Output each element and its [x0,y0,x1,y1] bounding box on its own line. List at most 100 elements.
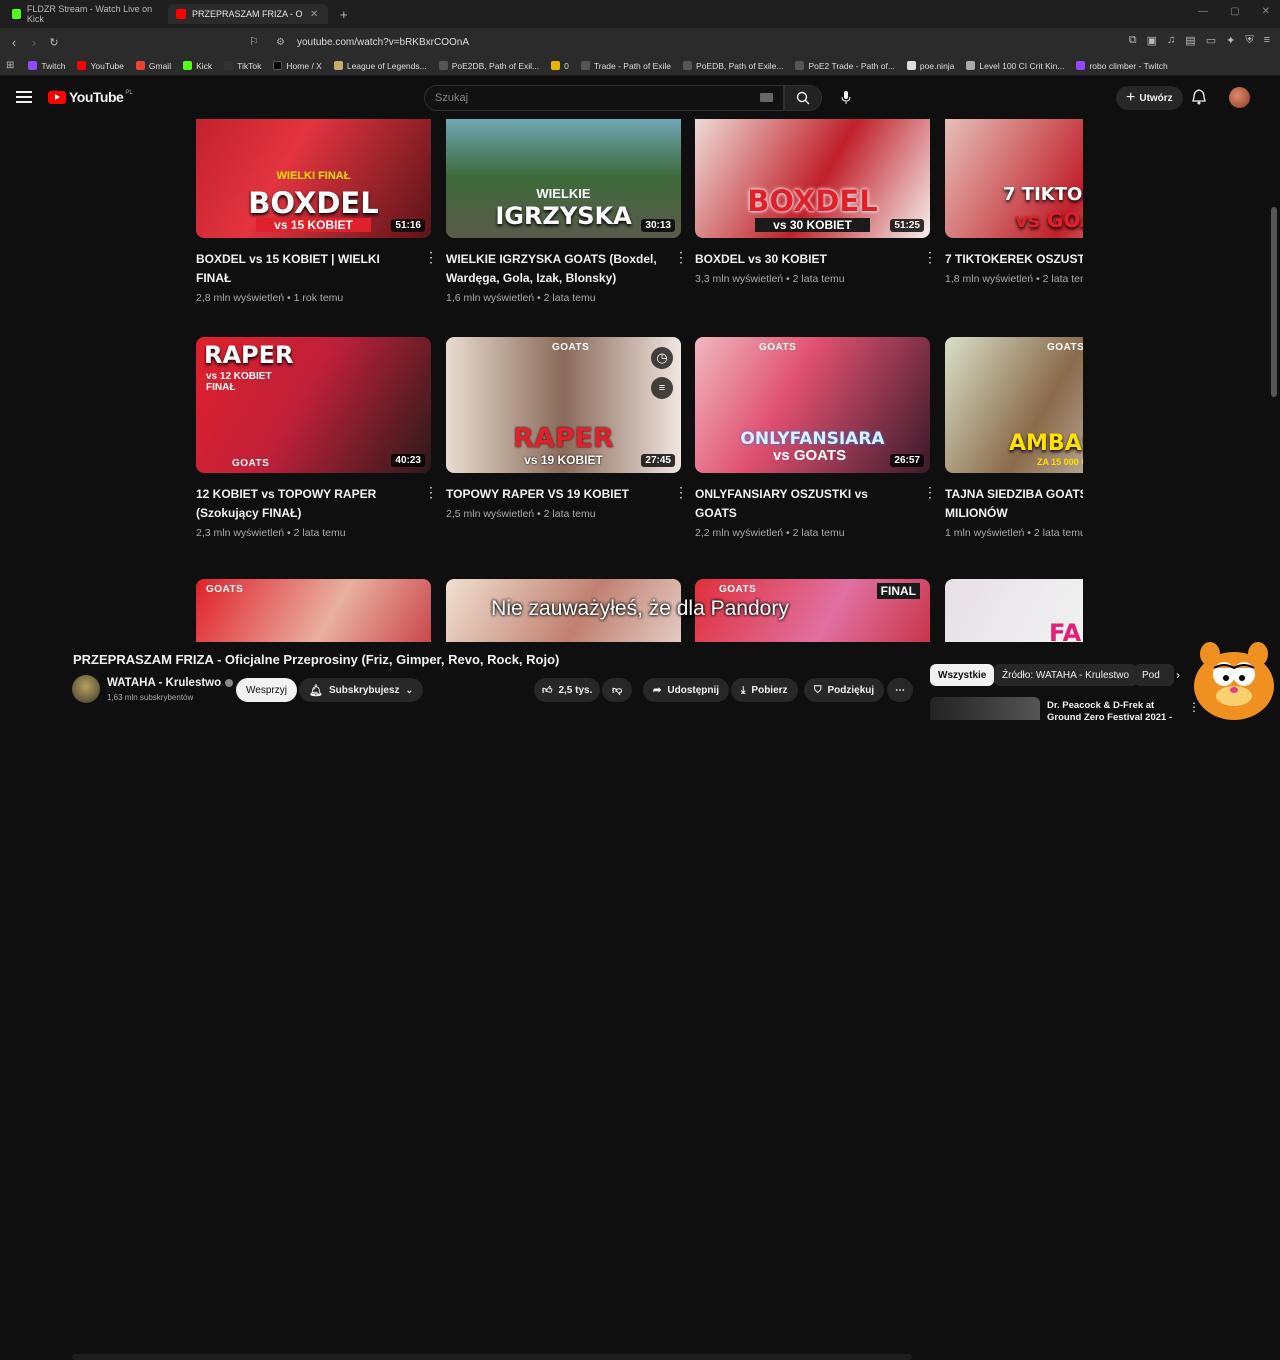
add-to-queue-icon[interactable]: ≡ [651,377,673,399]
bookmark-gmail[interactable]: Gmail [135,61,171,71]
video-title[interactable]: TAJNA SIEDZIBA GOATS ZA 15 MILIONÓW [945,485,1083,523]
video-card[interactable]: RAPER vs 12 KOBIET FINAŁ GOATS 40:23 12 … [196,337,438,539]
video-thumbnail[interactable]: GOATS RAPER vs 19 KOBIET ◷ ≡ 27:45 [446,337,681,473]
forward-icon[interactable]: › [24,35,44,50]
create-button[interactable]: + Utwórz [1116,86,1183,110]
chip-all[interactable]: Wszystkie [930,664,995,686]
browser-tab-youtube[interactable]: PRZEPRASZAM FRIZA - Oficja ✕ [168,4,328,24]
bookmark-poedb[interactable]: PoEDB, Path of Exile... [683,61,783,71]
video-title[interactable]: WIELKIE IGRZYSKA GOATS (Boxdel, Wardęga,… [446,250,661,288]
extensions-icon[interactable]: ⧉ [1129,34,1137,47]
video-thumbnail[interactable]: GOATS AMBASA ZA 15 000 00 [945,337,1083,473]
video-thumbnail[interactable]: GOATS ONLYFANSIARA vs GOATS 26:57 [695,337,930,473]
view-count: 1 mln wyświetleń [945,527,1025,539]
voice-search-button[interactable] [833,85,859,111]
maximize-icon[interactable]: ▢ [1230,6,1239,17]
subscribed-button[interactable]: 🔔︎ Subskrybujesz ⌄ [299,678,424,702]
url-field[interactable]: ⚙ youtube.com/watch?v=bRKBxrCOOnA [276,32,1136,52]
notifications-bell-icon[interactable] [1192,89,1206,105]
video-title[interactable]: BOXDEL vs 15 KOBIET | WIELKI FINAŁ [196,250,411,288]
chip-source[interactable]: Źródło: WATAHA - Krulestwo [994,664,1138,686]
share-button[interactable]: ➦ Udostępnij [643,678,730,702]
video-title[interactable]: ONLYFANSIARY OSZUSTKI vs GOATS [695,485,910,523]
recommended-title[interactable]: Dr. Peacock & D-Frek at Ground Zero Fest… [1047,700,1187,724]
bookmark-lol[interactable]: League of Legends... [333,61,427,71]
close-tab-icon[interactable]: ✕ [310,9,318,20]
bookmark-icon[interactable]: ⚐ [249,35,259,48]
browser-tab-kick[interactable]: FLDZR Stream - Watch Live on Kick [4,4,164,24]
chip-more[interactable]: Pod [1134,664,1174,686]
bookmark-poe2trade[interactable]: PoE2 Trade - Path of... [795,61,895,71]
more-options-icon[interactable]: ⋮ [923,485,937,499]
page-scrollbar[interactable] [1271,207,1277,397]
video-title[interactable]: 7 TIKTOKEREK OSZUSTKI vs GOATS [945,250,1083,269]
vpn-icon[interactable]: ⛨ [1245,34,1253,47]
support-button[interactable]: Wesprzyj [236,678,297,702]
watch-later-icon[interactable]: ◷ [651,347,673,369]
wallet-icon[interactable]: ▭ [1206,34,1216,47]
menu-icon[interactable]: ≡ [1264,34,1270,47]
bookmark-poeninja[interactable]: poe.ninja [906,61,954,71]
video-card[interactable]: WIELKI FINAŁ BOXDEL vs 15 KOBIET 51:16 B… [196,119,438,304]
download-button[interactable]: ⤓ Pobierz [731,678,798,702]
video-title[interactable]: 12 KOBIET vs TOPOWY RAPER (Szokujący FIN… [196,485,411,523]
more-actions-button[interactable]: ⋯ [887,678,913,702]
video-thumbnail[interactable]: WIELKI FINAŁ BOXDEL vs 15 KOBIET 51:16 [196,119,431,238]
video-card[interactable]: WIELKIE IGRZYSKA 30:13 WIELKIE IGRZYSKA … [446,119,688,304]
video-card[interactable]: GOATS ONLYFANSIARA vs GOATS 26:57 ONLYFA… [695,337,937,539]
bookmark-kick[interactable]: Kick [183,61,212,71]
like-button[interactable]: 👍︎ 2,5 tys. [534,678,601,702]
close-window-icon[interactable]: ✕ [1262,6,1270,17]
more-options-icon[interactable]: ⋮ [923,250,937,264]
apps-grid-icon[interactable]: ⊞ [6,60,14,71]
channel-name[interactable]: WATAHA - Krulestwo [107,677,234,689]
video-card[interactable]: BOXDEL vs 30 KOBIET 51:25 BOXDEL vs 30 K… [695,119,937,285]
search-input[interactable]: Szukaj [424,85,784,111]
screenshot-icon[interactable]: ▣ [1147,34,1157,47]
more-options-icon[interactable]: ⋮ [674,485,688,499]
video-card[interactable]: GOATS AMBASA ZA 15 000 00 TAJNA SIEDZIBA… [945,337,1083,539]
channel-avatar[interactable] [72,675,100,703]
thanks-button[interactable]: ⛉ Podziękuj [804,678,885,702]
account-avatar[interactable] [1229,87,1250,108]
video-thumbnail[interactable]: BOXDEL vs 30 KOBIET 51:25 [695,119,930,238]
more-options-icon[interactable]: ⋮ [674,250,688,264]
video-title[interactable]: BOXDEL vs 30 KOBIET [695,250,910,269]
minimize-icon[interactable]: — [1198,6,1208,17]
poe-icon [795,61,805,70]
video-thumbnail[interactable]: 7 TIKTOKER vs GOA [945,119,1083,238]
thumbnail-text: BOXDEL [248,186,379,220]
bookmark-label: Level 100 CI Crit Kin... [979,60,1065,71]
hamburger-menu-icon[interactable] [16,91,32,103]
recommended-thumbnail[interactable] [930,697,1040,720]
video-thumbnail[interactable]: RAPER vs 12 KOBIET FINAŁ GOATS 40:23 [196,337,431,473]
ai-icon[interactable]: ✦ [1226,34,1235,47]
new-tab-button[interactable]: + [332,4,356,24]
bookmark-robo[interactable]: robo climber - Twitch [1076,61,1168,71]
music-icon[interactable]: ♫ [1167,34,1175,47]
dislike-button[interactable]: 👎︎ [602,678,633,702]
bookmark-twitch[interactable]: Twitch [28,61,65,71]
site-info-icon[interactable]: ⚙ [276,37,285,48]
keyboard-icon[interactable] [760,93,773,102]
youtube-logo[interactable]: YouTube PL [48,89,133,105]
bookmark-level100[interactable]: Level 100 CI Crit Kin... [966,61,1064,71]
video-thumbnail[interactable]: WIELKIE IGRZYSKA 30:13 [446,119,681,238]
more-options-icon[interactable]: ⋮ [424,250,438,264]
bookmark-x[interactable]: Home / X [273,61,322,71]
reload-icon[interactable]: ↻ [44,36,64,49]
search-button[interactable] [784,85,822,111]
video-card[interactable]: GOATS RAPER vs 19 KOBIET ◷ ≡ 27:45 TOPOW… [446,337,688,520]
bookmark-poe2db[interactable]: PoE2DB, Path of Exil... [438,61,539,71]
more-options-icon[interactable]: ⋮ [424,485,438,499]
bookmark-trade[interactable]: Trade - Path of Exile [580,61,671,71]
back-icon[interactable]: ‹ [4,35,24,50]
video-card[interactable]: 7 TIKTOKER vs GOA 7 TIKTOKEREK OSZUSTKI … [945,119,1083,285]
chevron-right-icon[interactable]: › [1176,668,1180,682]
bookmark-folder[interactable]: 0 [551,61,569,71]
progress-track[interactable] [72,1354,912,1360]
bookmark-tiktok[interactable]: TikTok [224,61,261,71]
video-title[interactable]: TOPOWY RAPER VS 19 KOBIET [446,485,661,504]
sidebar-icon[interactable]: ▤ [1185,34,1195,47]
bookmark-youtube[interactable]: YouTube [77,61,124,71]
